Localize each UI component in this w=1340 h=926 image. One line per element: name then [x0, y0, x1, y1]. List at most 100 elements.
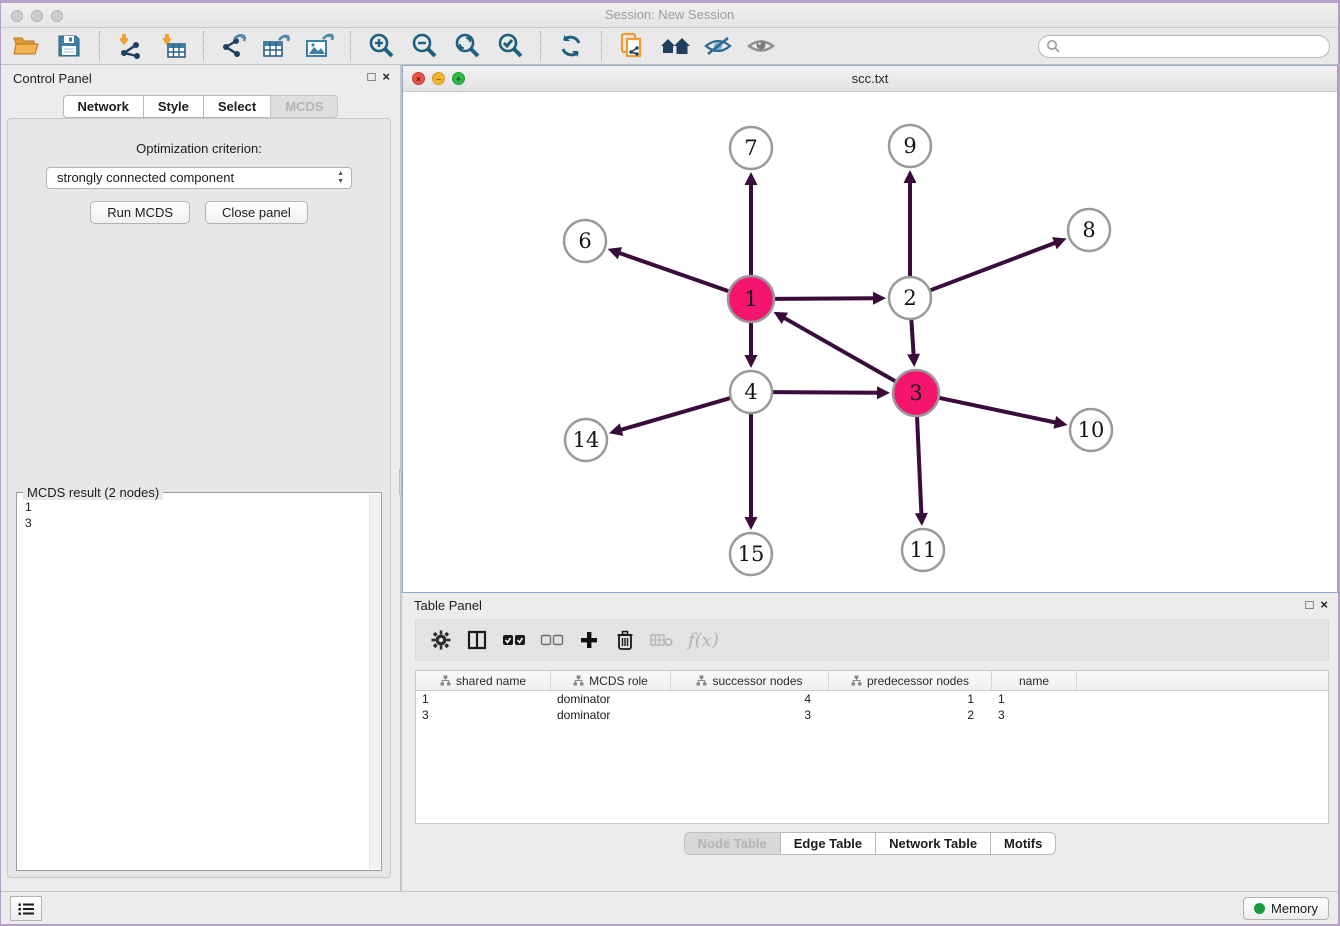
window-controls: [11, 10, 63, 22]
save-session-icon[interactable]: [52, 31, 86, 61]
tab-node-table[interactable]: Node Table: [684, 832, 780, 855]
zoom-in-icon[interactable]: [364, 31, 398, 61]
zoom-out-icon[interactable]: [407, 31, 441, 61]
column-header-label: shared name: [456, 674, 526, 688]
close-window-button[interactable]: [11, 10, 23, 22]
toolbar-separator: [601, 31, 602, 61]
column-header-predecessor-nodes[interactable]: predecessor nodes: [829, 671, 992, 690]
toolbar-separator: [350, 31, 351, 61]
tab-mcds[interactable]: MCDS: [270, 95, 338, 118]
table-cell[interactable]: dominator: [551, 691, 671, 707]
column-header-successor-nodes[interactable]: successor nodes: [671, 671, 829, 690]
graph-edge[interactable]: [911, 320, 913, 356]
graph-edge[interactable]: [931, 242, 1057, 290]
delete-row-trash-icon[interactable]: [614, 627, 636, 653]
split-divider-grip[interactable]: [399, 469, 402, 495]
table-row[interactable]: 3dominator323: [416, 707, 1328, 723]
export-table-icon[interactable]: [260, 31, 294, 61]
close-panel-button[interactable]: Close panel: [205, 201, 308, 224]
network-maximize-icon[interactable]: +: [452, 72, 465, 85]
graph-edge-arrow: [745, 172, 758, 185]
task-history-button[interactable]: [10, 896, 42, 921]
control-panel-float-icon[interactable]: □: [368, 69, 376, 85]
node-table[interactable]: shared name MCDS rolesuccessor nodesprede…: [415, 670, 1329, 824]
main-area: Control Panel □ × Network Style Select M…: [1, 65, 1338, 891]
table-panel-close-icon[interactable]: ×: [1320, 597, 1328, 613]
table-cell[interactable]: 4: [671, 691, 829, 707]
open-session-icon[interactable]: [9, 31, 43, 61]
show-all-eye-icon[interactable]: [744, 31, 778, 61]
table-row[interactable]: 1dominator411: [416, 691, 1328, 707]
sort-tree-icon: [851, 675, 862, 686]
column-header-MCDS-role[interactable]: MCDS role: [551, 671, 671, 690]
tab-style[interactable]: Style: [143, 95, 203, 118]
graph-edge-arrow: [904, 170, 917, 183]
graph-edge[interactable]: [783, 317, 895, 381]
hide-selected-eye-icon[interactable]: [701, 31, 735, 61]
toolbar-separator: [99, 31, 100, 61]
toolbar-separator: [203, 31, 204, 61]
copy-network-icon[interactable]: [615, 31, 649, 61]
add-row-icon[interactable]: [578, 627, 600, 653]
memory-label: Memory: [1271, 901, 1318, 916]
table-cell[interactable]: dominator: [551, 707, 671, 723]
graph-edge[interactable]: [618, 253, 728, 292]
zoom-fit-icon[interactable]: [450, 31, 484, 61]
result-scrollbar[interactable]: [369, 494, 380, 869]
network-canvas[interactable]: 1234678910111415: [403, 92, 1337, 592]
dropdown-value: strongly connected component: [57, 170, 234, 185]
graph-edge-arrow: [915, 513, 928, 526]
column-visibility-icon[interactable]: [466, 627, 488, 653]
table-cell[interactable]: 1: [992, 691, 1077, 707]
graph-edge-arrow: [1053, 416, 1067, 429]
import-table-icon[interactable]: [156, 31, 190, 61]
zoom-selected-icon[interactable]: [493, 31, 527, 61]
graph-node-label: 11: [910, 538, 937, 562]
tab-motifs[interactable]: Motifs: [990, 832, 1056, 855]
run-mcds-button[interactable]: Run MCDS: [90, 201, 190, 224]
tab-edge-table[interactable]: Edge Table: [780, 832, 875, 855]
network-window-titlebar[interactable]: × – + scc.txt: [403, 66, 1337, 92]
column-header-shared-name[interactable]: shared name: [416, 671, 551, 690]
control-panel-header: Control Panel □ ×: [1, 65, 400, 91]
deselect-all-icon[interactable]: [540, 627, 564, 653]
table-panel-float-icon[interactable]: □: [1306, 597, 1314, 613]
node-table-header: shared name MCDS rolesuccessor nodesprede…: [416, 671, 1328, 691]
search-input[interactable]: [1038, 35, 1330, 58]
tab-network-table[interactable]: Network Table: [875, 832, 990, 855]
table-cell[interactable]: 3: [671, 707, 829, 723]
tab-network[interactable]: Network: [63, 95, 143, 118]
optimization-criterion-dropdown[interactable]: strongly connected component ▲▼: [46, 167, 352, 189]
refresh-view-icon[interactable]: [554, 31, 588, 61]
network-minimize-icon[interactable]: –: [432, 72, 445, 85]
table-settings-gear-icon[interactable]: [430, 627, 452, 653]
tab-select[interactable]: Select: [203, 95, 270, 118]
table-cell[interactable]: 3: [416, 707, 551, 723]
graph-edge[interactable]: [939, 398, 1056, 423]
minimize-window-button[interactable]: [31, 10, 43, 22]
go-home-icon[interactable]: [658, 31, 692, 61]
table-cell[interactable]: 1: [416, 691, 551, 707]
import-network-icon[interactable]: [113, 31, 147, 61]
graph-edge[interactable]: [775, 298, 875, 299]
mcds-result-box: MCDS result (2 nodes) 13: [16, 492, 382, 871]
graph-node-label: 9: [903, 134, 916, 158]
table-cell[interactable]: 2: [829, 707, 992, 723]
select-all-icon[interactable]: [502, 627, 526, 653]
column-header-name[interactable]: name: [992, 671, 1077, 690]
table-panel-header: Table Panel □ ×: [402, 593, 1338, 617]
network-close-icon[interactable]: ×: [412, 72, 425, 85]
export-network-icon[interactable]: [217, 31, 251, 61]
control-panel-close-icon[interactable]: ×: [382, 69, 390, 85]
control-panel-tabs: Network Style Select MCDS: [1, 95, 400, 118]
zoom-window-button[interactable]: [51, 10, 63, 22]
graph-edge[interactable]: [917, 417, 921, 515]
table-cell[interactable]: 3: [992, 707, 1077, 723]
graph-edge[interactable]: [773, 392, 879, 393]
table-panel: Table Panel □ ×: [402, 593, 1338, 891]
graph-edge[interactable]: [620, 398, 730, 430]
table-cell[interactable]: 1: [829, 691, 992, 707]
export-image-icon[interactable]: [303, 31, 337, 61]
window-title: Session: New Session: [1, 3, 1338, 27]
memory-button[interactable]: Memory: [1243, 897, 1329, 920]
